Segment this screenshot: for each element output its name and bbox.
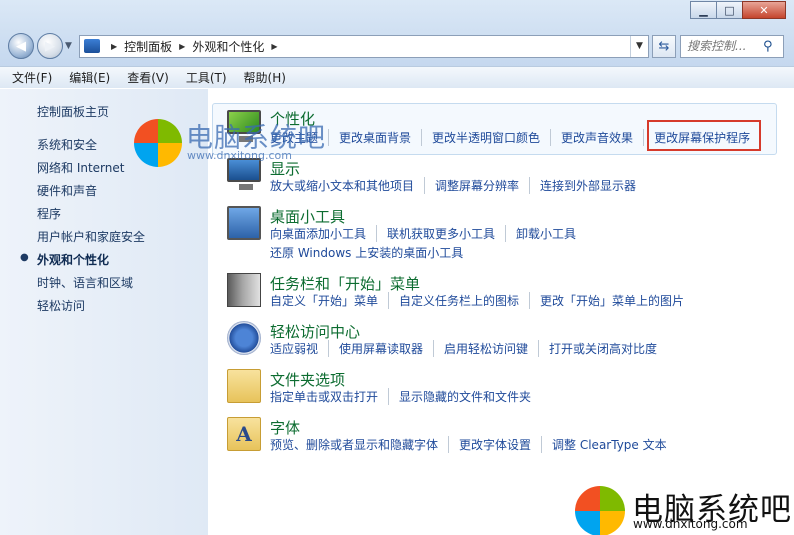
link-single-double-click[interactable]: 指定单击或双击打开 bbox=[270, 388, 378, 405]
category-title[interactable]: 文件夹选项 bbox=[270, 369, 345, 390]
sidebar-item-hardware[interactable]: 硬件和声音 bbox=[37, 182, 97, 199]
ease-of-access-icon bbox=[227, 321, 261, 355]
control-panel-icon bbox=[84, 39, 100, 53]
link-show-hidden-files[interactable]: 显示隐藏的文件和文件夹 bbox=[388, 388, 531, 405]
refresh-button[interactable]: ⇆ bbox=[652, 34, 676, 58]
chevron-right-icon[interactable]: ▶ bbox=[111, 42, 117, 51]
minimize-button[interactable]: ▁ bbox=[690, 1, 717, 19]
category-title[interactable]: 任务栏和「开始」菜单 bbox=[270, 273, 420, 294]
link-cleartype[interactable]: 调整 ClearType 文本 bbox=[541, 436, 667, 453]
arrow-left-icon: ◀ bbox=[16, 38, 26, 54]
category-links: 指定单击或双击打开 显示隐藏的文件和文件夹 bbox=[270, 388, 531, 405]
search-input[interactable] bbox=[687, 39, 761, 53]
link-change-start-picture[interactable]: 更改「开始」菜单上的图片 bbox=[529, 292, 684, 309]
breadcrumb-appearance[interactable]: 外观和个性化 bbox=[192, 38, 264, 55]
link-restore-gadgets[interactable]: 还原 Windows 上安装的桌面小工具 bbox=[270, 244, 463, 261]
sidebar-item-ease-of-access[interactable]: 轻松访问 bbox=[37, 297, 85, 314]
navigation-bar: ◀ ▶ ▼ ▶ 控制面板 ▶ 外观和个性化 ▶ ▼ ⇆ ⚲ bbox=[8, 32, 786, 60]
watermark-logo bbox=[575, 486, 625, 535]
maximize-button[interactable]: □ bbox=[716, 1, 743, 19]
sidebar-item-home[interactable]: 控制面板主页 bbox=[37, 103, 109, 120]
menu-edit[interactable]: 编辑(E) bbox=[69, 69, 110, 86]
link-text-size[interactable]: 放大或缩小文本和其他项目 bbox=[270, 177, 414, 194]
sidebar-item-system-security[interactable]: 系统和安全 bbox=[37, 136, 97, 153]
menu-help[interactable]: 帮助(H) bbox=[244, 69, 286, 86]
link-external-display[interactable]: 连接到外部显示器 bbox=[529, 177, 636, 194]
link-get-more-gadgets[interactable]: 联机获取更多小工具 bbox=[376, 225, 495, 242]
watermark-url: www.dnxitong.com bbox=[633, 517, 748, 531]
close-button[interactable]: ✕ bbox=[742, 1, 786, 19]
annotation-highlight-box bbox=[647, 120, 761, 151]
link-access-keys[interactable]: 启用轻松访问键 bbox=[433, 340, 528, 357]
category-title[interactable]: 桌面小工具 bbox=[270, 206, 345, 227]
link-customize-start-menu[interactable]: 自定义「开始」菜单 bbox=[270, 292, 378, 309]
window-chrome: ▁ □ ✕ ◀ ▶ ▼ ▶ 控制面板 ▶ 外观和个性化 ▶ ▼ ⇆ ⚲ 文件(F… bbox=[0, 0, 794, 88]
category-links: 自定义「开始」菜单 自定义任务栏上的图标 更改「开始」菜单上的图片 bbox=[270, 292, 684, 309]
address-bar[interactable]: ▶ 控制面板 ▶ 外观和个性化 ▶ ▼ bbox=[79, 34, 649, 58]
breadcrumb-control-panel[interactable]: 控制面板 bbox=[124, 38, 172, 55]
menu-bar: 文件(F) 编辑(E) 查看(V) 工具(T) 帮助(H) bbox=[0, 66, 794, 88]
link-customize-taskbar-icons[interactable]: 自定义任务栏上的图标 bbox=[388, 292, 519, 309]
sidebar-item-user-accounts[interactable]: 用户帐户和家庭安全 bbox=[37, 228, 145, 245]
menu-view[interactable]: 查看(V) bbox=[127, 69, 169, 86]
watermark-logo bbox=[134, 119, 182, 167]
link-font-settings[interactable]: 更改字体设置 bbox=[448, 436, 531, 453]
category-links: 放大或缩小文本和其他项目 调整屏幕分辨率 连接到外部显示器 bbox=[270, 177, 636, 194]
back-button[interactable]: ◀ bbox=[8, 33, 34, 59]
category-title[interactable]: 字体 bbox=[270, 417, 300, 438]
fonts-icon: A bbox=[227, 417, 261, 451]
address-dropdown-icon[interactable]: ▼ bbox=[630, 35, 648, 57]
current-page-bullet: ● bbox=[20, 252, 29, 263]
category-links: 预览、删除或者显示和隐藏字体 更改字体设置 调整 ClearType 文本 bbox=[270, 436, 667, 453]
sidebar-item-appearance[interactable]: 外观和个性化 bbox=[37, 251, 109, 268]
link-change-desktop-background[interactable]: 更改桌面背景 bbox=[328, 129, 411, 146]
sidebar-item-network[interactable]: 网络和 Internet bbox=[37, 159, 124, 176]
refresh-icon: ⇆ bbox=[658, 38, 670, 54]
category-links: 适应弱视 使用屏幕读取器 启用轻松访问键 打开或关闭高对比度 bbox=[270, 340, 657, 357]
folder-options-icon bbox=[227, 369, 261, 403]
category-links: 还原 Windows 上安装的桌面小工具 bbox=[270, 244, 463, 261]
search-icon[interactable]: ⚲ bbox=[763, 39, 773, 54]
taskbar-icon bbox=[227, 273, 261, 307]
category-title[interactable]: 轻松访问中心 bbox=[270, 321, 360, 342]
recent-pages-dropdown[interactable]: ▼ bbox=[65, 41, 75, 51]
link-change-window-color[interactable]: 更改半透明窗口颜色 bbox=[421, 129, 540, 146]
link-add-gadgets[interactable]: 向桌面添加小工具 bbox=[270, 225, 366, 242]
sidebar-item-clock-region[interactable]: 时钟、语言和区域 bbox=[37, 274, 133, 291]
arrow-right-icon: ▶ bbox=[45, 38, 55, 54]
menu-tools[interactable]: 工具(T) bbox=[186, 69, 227, 86]
link-screen-reader[interactable]: 使用屏幕读取器 bbox=[328, 340, 423, 357]
link-high-contrast[interactable]: 打开或关闭高对比度 bbox=[538, 340, 657, 357]
chevron-right-icon[interactable]: ▶ bbox=[179, 42, 185, 51]
link-preview-fonts[interactable]: 预览、删除或者显示和隐藏字体 bbox=[270, 436, 438, 453]
menu-file[interactable]: 文件(F) bbox=[12, 69, 52, 86]
desktop-gadgets-icon bbox=[227, 206, 261, 240]
category-links: 向桌面添加小工具 联机获取更多小工具 卸载小工具 bbox=[270, 225, 576, 242]
watermark-url: www.dnxitong.com bbox=[187, 149, 292, 162]
search-box[interactable]: ⚲ bbox=[680, 34, 784, 58]
link-change-sound-effects[interactable]: 更改声音效果 bbox=[550, 129, 633, 146]
window-controls: ▁ □ ✕ bbox=[690, 1, 786, 19]
sidebar-item-programs[interactable]: 程序 bbox=[37, 205, 61, 222]
link-screen-resolution[interactable]: 调整屏幕分辨率 bbox=[424, 177, 519, 194]
link-uninstall-gadget[interactable]: 卸载小工具 bbox=[505, 225, 576, 242]
link-low-vision[interactable]: 适应弱视 bbox=[270, 340, 318, 357]
chevron-right-icon[interactable]: ▶ bbox=[271, 42, 277, 51]
forward-button[interactable]: ▶ bbox=[37, 33, 63, 59]
main-content bbox=[208, 89, 794, 535]
